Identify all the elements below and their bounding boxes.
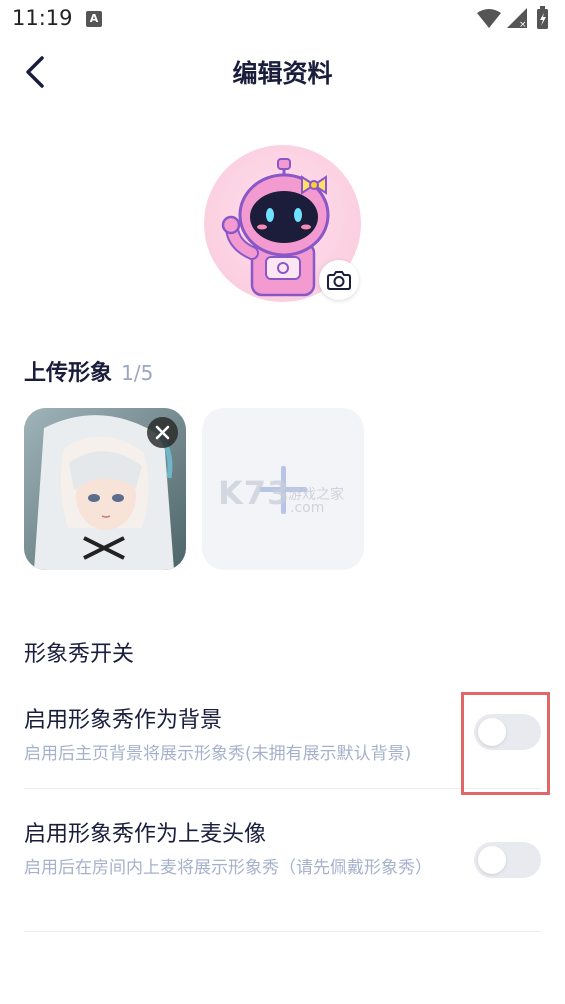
highlight-annotation-box (461, 692, 550, 795)
plus-icon-bar (259, 487, 307, 492)
toggle-knob (478, 846, 506, 874)
remove-image-button[interactable] (147, 417, 178, 448)
notification-icon: A (86, 11, 102, 27)
status-bar: 11:19 A × (0, 0, 565, 40)
nav-bar: 编辑资料 (0, 40, 565, 106)
add-image-button[interactable] (202, 408, 364, 570)
setting-mic-avatar-title: 启用形象秀作为上麦头像 (24, 822, 267, 847)
setting-mic-avatar-desc: 启用后在房间内上麦将展示形象秀（请先佩戴形象秀） (24, 858, 432, 878)
divider (24, 931, 541, 932)
avatar-section (204, 145, 361, 302)
change-avatar-button[interactable] (319, 260, 359, 300)
setting-background-desc: 启用后主页背景将展示形象秀(未拥有展示默认背景) (24, 744, 412, 764)
show-toggle-section-label: 形象秀开关 (24, 642, 135, 667)
page-title: 编辑资料 (232, 59, 333, 88)
svg-text:×: × (519, 20, 527, 30)
upload-title: 上传形象 (24, 361, 113, 386)
mic-avatar-toggle[interactable] (474, 842, 541, 878)
wifi-icon (477, 9, 501, 28)
close-icon (155, 425, 170, 440)
camera-icon (327, 271, 351, 290)
upload-header: 上传形象 1/5 (24, 355, 153, 387)
upload-count: 1/5 (121, 361, 154, 385)
setting-mic-avatar: 启用形象秀作为上麦头像 启用后在房间内上麦将展示形象秀（请先佩戴形象秀） (24, 816, 541, 916)
status-icons: × (477, 6, 548, 30)
status-time: 11:19 (12, 6, 73, 30)
